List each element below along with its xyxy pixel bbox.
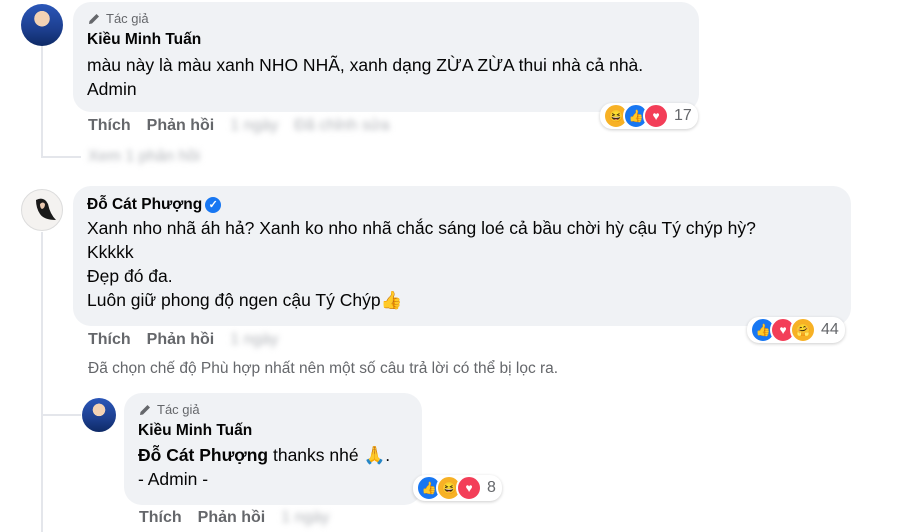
reaction-count: 44 — [821, 321, 839, 338]
reaction-summary[interactable]: 😆 👍 ♥ 17 — [600, 103, 698, 129]
like-button[interactable]: Thích — [88, 117, 131, 135]
comment-line: Đẹp đó đa. — [87, 266, 173, 286]
avatar[interactable] — [82, 398, 116, 432]
reply-author[interactable]: Kiều Minh Tuấn — [138, 422, 408, 440]
thread-line — [41, 156, 81, 158]
reply-text: Đỗ Cát Phượng thanks nhé 🙏. - Admin - — [138, 443, 408, 491]
care-icon: 🤗 — [790, 317, 816, 343]
comment-line: màu này là màu xanh NHO NHÃ, xanh dạng Z… — [87, 55, 644, 75]
reaction-summary[interactable]: 👍 😆 ♥ 8 — [413, 475, 502, 501]
comment-author[interactable]: Kiều Minh Tuấn — [87, 31, 685, 49]
like-button[interactable]: Thích — [88, 331, 131, 349]
reply-actions: Thích Phản hồi 1 ngày — [139, 509, 329, 527]
comment-line: Kkkkk — [87, 242, 134, 262]
comment-actions: Thích Phản hồi 1 ngày Đã chỉnh sửa — [88, 117, 389, 135]
comment-line: Luôn giữ phong độ ngen cậu Tý Chýp👍 — [87, 290, 403, 310]
reply-button[interactable]: Phản hồi — [198, 509, 266, 527]
avatar[interactable] — [21, 4, 63, 46]
comment-bubble: Tác giả Kiều Minh Tuấn màu này là màu xa… — [73, 2, 699, 112]
comment-text: màu này là màu xanh NHO NHÃ, xanh dạng Z… — [87, 53, 685, 101]
comment-actions: Thích Phản hồi 1 ngày — [88, 331, 278, 349]
timestamp-blurred: 1 ngày — [230, 117, 279, 134]
verified-icon: ✓ — [205, 196, 222, 213]
author-badge: Tác giả — [138, 402, 408, 417]
reaction-summary[interactable]: 👍 ♥ 🤗 44 — [747, 317, 845, 343]
avatar[interactable] — [21, 189, 63, 231]
comment-line: Xanh nho nhã áh hả? Xanh ko nho nhã chắc… — [87, 218, 756, 238]
thread-line — [41, 414, 81, 416]
avatar-image — [36, 198, 56, 220]
reply-line-text: thanks nhé 🙏. — [268, 445, 391, 465]
filter-note: Đã chọn chế độ Phù hợp nhất nên một số c… — [88, 360, 559, 377]
comment-author[interactable]: Đỗ Cát Phượng ✓ — [87, 196, 837, 214]
timestamp-blurred: 1 ngày — [230, 331, 279, 348]
mention-link[interactable]: Đỗ Cát Phượng — [138, 445, 268, 465]
reaction-count: 8 — [487, 479, 496, 496]
thread-line — [41, 232, 43, 532]
comment-line: Admin — [87, 79, 137, 99]
timestamp-blurred: 1 ngày — [281, 509, 330, 526]
edited-blurred: Đã chỉnh sửa — [294, 117, 390, 134]
pencil-icon — [140, 404, 150, 415]
reply-button[interactable]: Phản hồi — [147, 117, 215, 135]
comment-author-name: Đỗ Cát Phượng — [87, 196, 203, 213]
author-badge-label: Tác giả — [157, 402, 200, 417]
comment-text: Xanh nho nhã áh hả? Xanh ko nho nhã chắc… — [87, 216, 837, 312]
reply-line: - Admin - — [138, 469, 209, 489]
comment-bubble: Đỗ Cát Phượng ✓ Xanh nho nhã áh hả? Xanh … — [73, 186, 851, 326]
reply-bubble: Tác giả Kiều Minh Tuấn Đỗ Cát Phượng tha… — [124, 393, 422, 505]
thread-line — [41, 46, 43, 158]
like-button[interactable]: Thích — [139, 509, 182, 527]
view-replies-blurred[interactable]: Xem 1 phản hồi — [88, 148, 200, 166]
pencil-icon — [89, 13, 99, 24]
heart-icon: ♥ — [456, 475, 482, 501]
author-badge: Tác giả — [87, 11, 685, 26]
author-badge-label: Tác giả — [106, 11, 149, 26]
heart-icon: ♥ — [643, 103, 669, 129]
reply-button[interactable]: Phản hồi — [147, 331, 215, 349]
reply-line: Đỗ Cát Phượng thanks nhé 🙏. — [138, 443, 408, 467]
reaction-count: 17 — [674, 107, 692, 124]
